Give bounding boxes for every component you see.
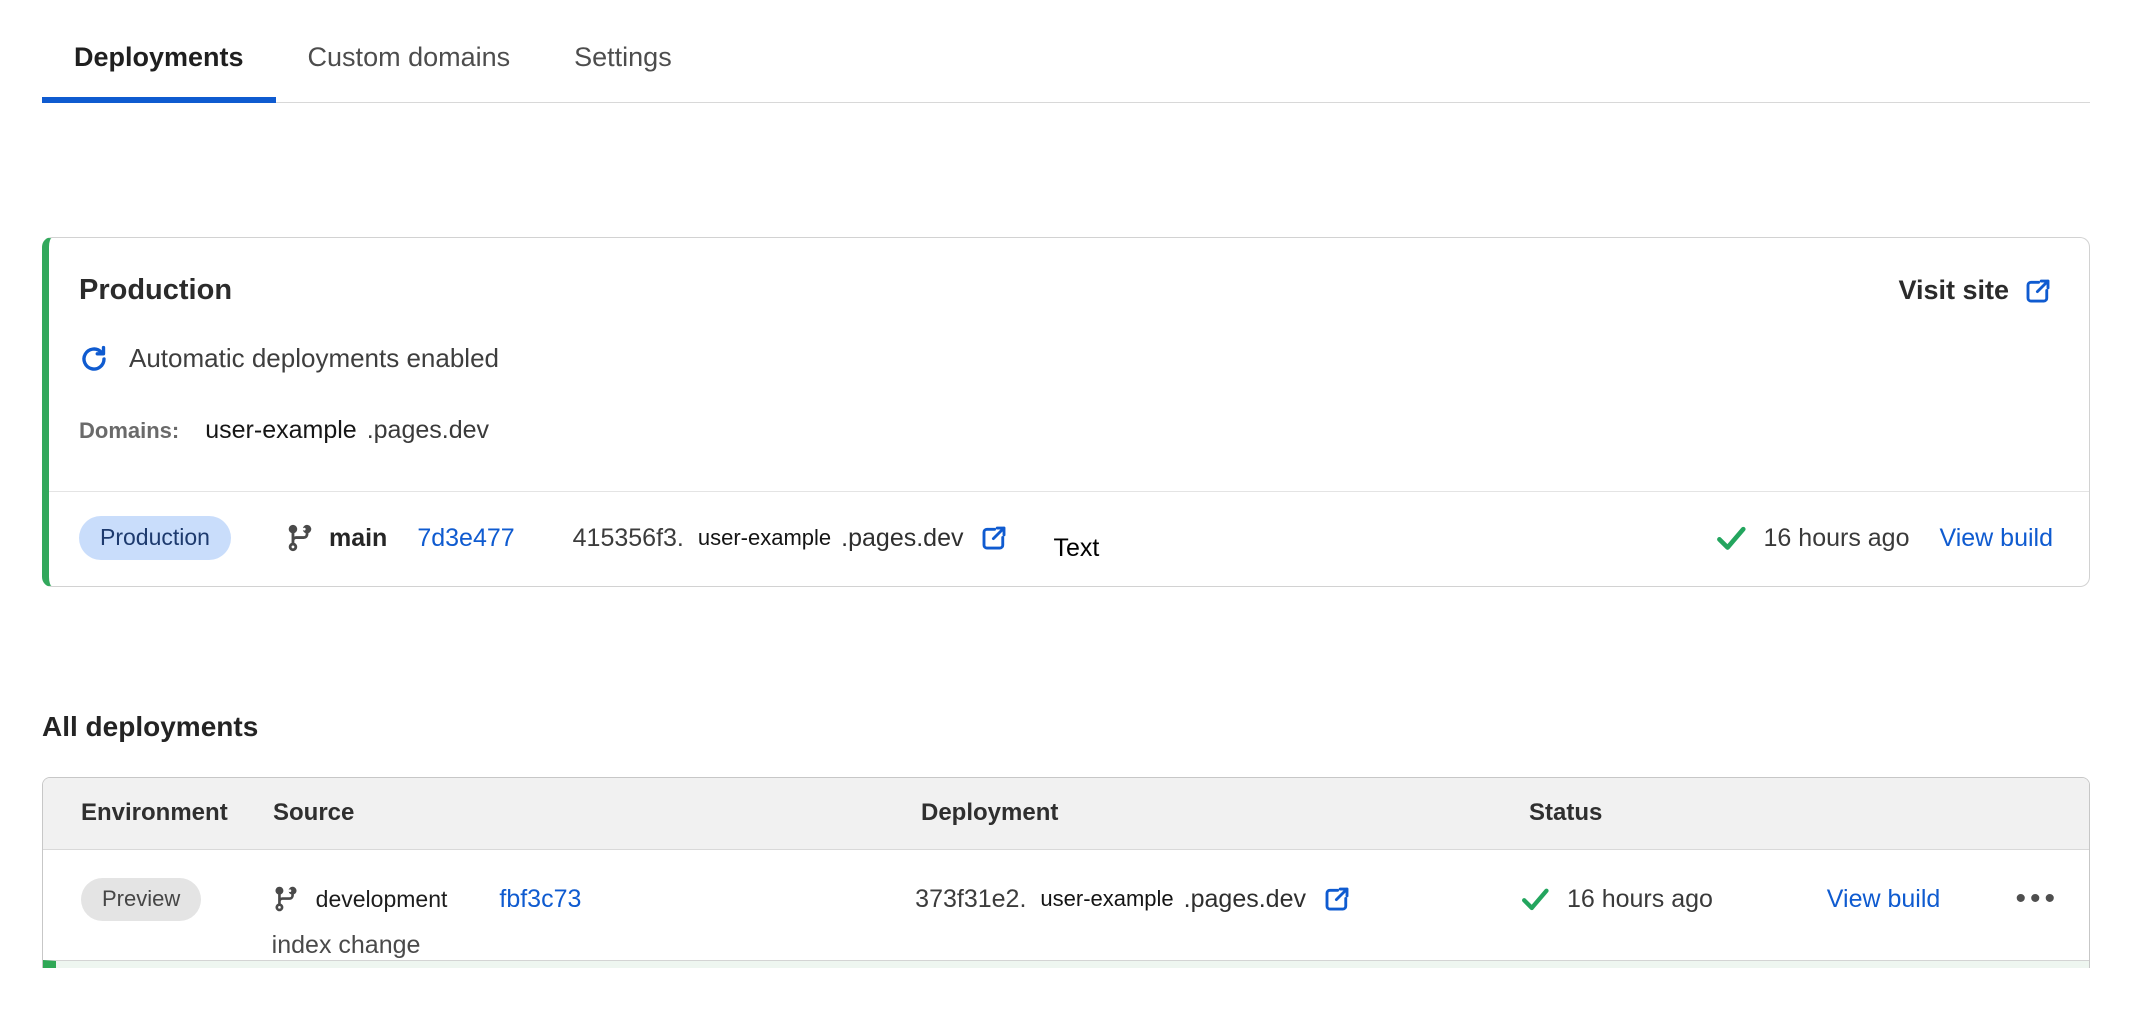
- production-deployment-row: Production main 7d3e477 415356f3. user-e…: [49, 491, 2089, 586]
- branch-name: main: [329, 524, 387, 553]
- next-row-partial: [43, 960, 2089, 968]
- deployment-url-prefix: 415356f3.: [573, 524, 684, 553]
- deployment-url-suffix: .pages.dev: [841, 524, 963, 553]
- success-check-icon: [1519, 885, 1551, 913]
- text-annotation: Text: [1053, 534, 1099, 563]
- deployment-url-domain: user-example: [1040, 886, 1173, 912]
- visit-site-link[interactable]: Visit site: [1898, 275, 2053, 306]
- production-card: Production Visit site Automatic deployme…: [42, 237, 2090, 587]
- domains-label: Domains:: [79, 418, 179, 444]
- success-check-icon: [1714, 523, 1748, 553]
- tab-settings[interactable]: Settings: [542, 22, 704, 103]
- row-menu-button[interactable]: •••: [2015, 882, 2059, 915]
- all-deployments-title: All deployments: [42, 711, 2090, 743]
- table-header-row: Environment Source Deployment Status: [43, 778, 2089, 849]
- commit-link[interactable]: 7d3e477: [417, 524, 514, 553]
- deployment-time: 16 hours ago: [1567, 885, 1713, 914]
- visit-site-label: Visit site: [1898, 275, 2009, 306]
- commit-message: index change: [272, 930, 916, 960]
- refresh-icon: [79, 344, 109, 374]
- domain-suffix: .pages.dev: [367, 416, 489, 445]
- deployment-external-link-icon[interactable]: [979, 523, 1009, 553]
- deployment-url-prefix: 373f31e2.: [915, 885, 1026, 914]
- column-header-status: Status: [1529, 799, 1839, 827]
- deployments-table: Environment Source Deployment Status Pre…: [42, 777, 2090, 968]
- tab-custom-domains[interactable]: Custom domains: [276, 22, 543, 103]
- view-build-link[interactable]: View build: [1939, 524, 2053, 553]
- deployment-time: 16 hours ago: [1764, 524, 1910, 553]
- production-card-title: Production: [79, 274, 232, 307]
- deployment-external-link-icon[interactable]: [1322, 884, 1352, 914]
- column-header-environment: Environment: [43, 799, 273, 827]
- environment-badge: Production: [79, 516, 231, 560]
- environment-badge: Preview: [81, 878, 201, 921]
- column-header-deployment: Deployment: [921, 799, 1529, 827]
- external-link-icon: [2023, 276, 2053, 306]
- table-row: Preview development fbf3c73 index change…: [43, 849, 2089, 960]
- domain-name: user-example: [205, 416, 356, 445]
- deployment-url-domain: user-example: [698, 525, 831, 551]
- git-branch-icon: [272, 885, 300, 913]
- column-header-source: Source: [273, 799, 921, 827]
- auto-deployments-text: Automatic deployments enabled: [129, 343, 499, 374]
- view-build-link[interactable]: View build: [1827, 885, 1941, 914]
- branch-name: development: [316, 886, 448, 913]
- tab-bar: Deployments Custom domains Settings: [42, 0, 2090, 103]
- tab-deployments[interactable]: Deployments: [42, 22, 276, 103]
- git-branch-icon: [285, 523, 315, 553]
- commit-link[interactable]: fbf3c73: [499, 885, 581, 914]
- deployment-url-suffix: .pages.dev: [1184, 885, 1306, 914]
